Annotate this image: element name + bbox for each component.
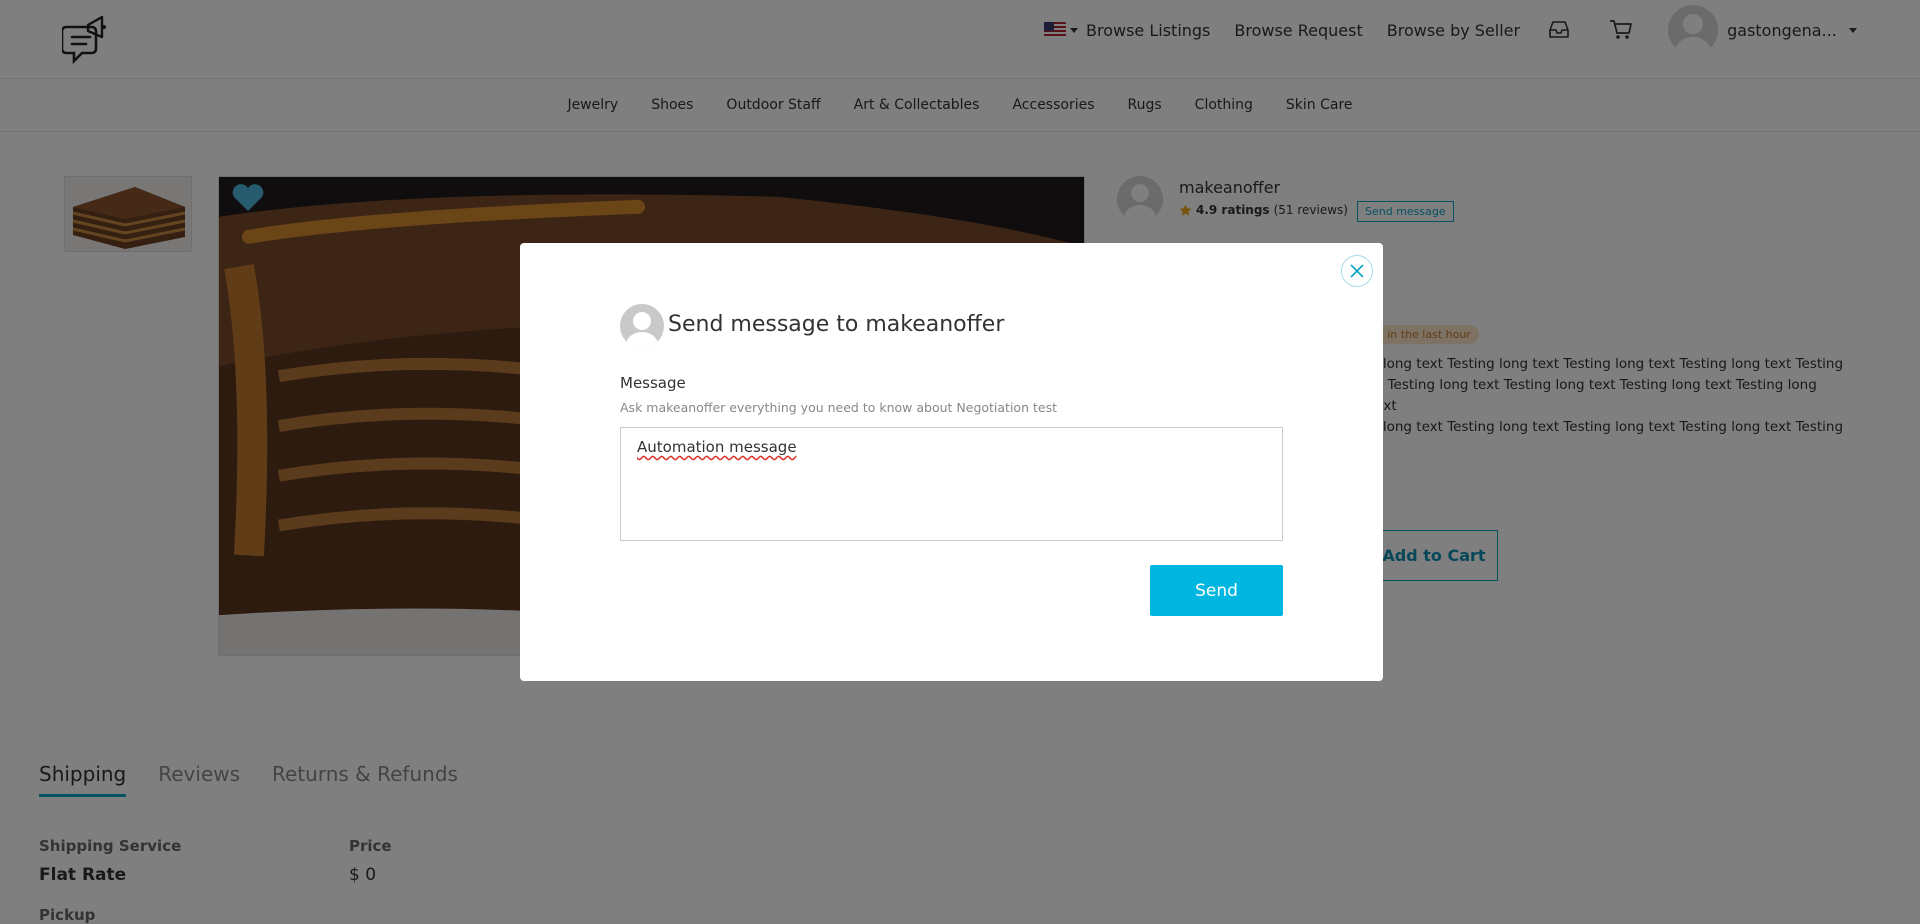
modal-title: Send message to makeanoffer [668, 312, 1005, 337]
send-message-modal: Send message to makeanoffer Message Ask … [520, 243, 1383, 681]
send-button[interactable]: Send [1150, 565, 1283, 616]
message-textarea[interactable]: Automation message [620, 427, 1283, 541]
close-icon[interactable] [1341, 255, 1373, 287]
message-label: Message [620, 374, 686, 392]
modal-avatar [620, 304, 664, 348]
message-help-text: Ask makeanoffer everything you need to k… [620, 400, 1057, 415]
